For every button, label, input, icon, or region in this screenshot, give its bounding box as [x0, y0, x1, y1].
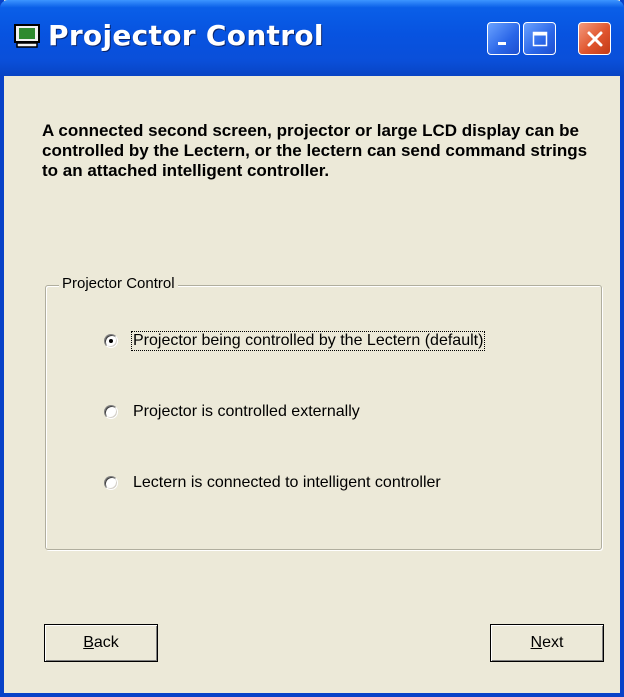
radio-label[interactable]: Projector is controlled externally: [132, 403, 361, 421]
close-icon: [587, 31, 602, 46]
minimize-button[interactable]: [487, 22, 520, 55]
monitor-icon: [14, 24, 40, 48]
radio-button-checked[interactable]: [104, 334, 118, 348]
back-button-label: ack: [93, 634, 119, 651]
close-button[interactable]: [578, 22, 611, 55]
next-button-label: ext: [542, 634, 564, 651]
window-title: Projector Control: [48, 19, 324, 52]
radio-label[interactable]: Projector being controlled by the Lecter…: [130, 331, 486, 351]
radio-option-external-control[interactable]: Projector is controlled externally: [104, 401, 361, 423]
title-bar[interactable]: Projector Control: [0, 0, 624, 76]
maximize-button[interactable]: [523, 22, 556, 55]
radio-label[interactable]: Lectern is connected to intelligent cont…: [132, 474, 442, 492]
radio-option-intelligent-controller[interactable]: Lectern is connected to intelligent cont…: [104, 472, 442, 494]
next-button-mnemonic: N: [530, 634, 543, 651]
description-text: A connected second screen, projector or …: [42, 121, 588, 180]
projector-control-window: Projector Control A connected second scr…: [0, 0, 624, 697]
maximize-icon: [532, 31, 547, 46]
radio-button[interactable]: [104, 476, 118, 490]
radio-button[interactable]: [104, 405, 118, 419]
back-button[interactable]: Back: [44, 624, 158, 662]
minimize-icon: [497, 41, 506, 45]
groupbox-title: Projector Control: [59, 275, 178, 292]
back-button-mnemonic: B: [83, 634, 94, 651]
radio-option-lectern-controlled[interactable]: Projector being controlled by the Lecter…: [104, 330, 486, 352]
next-button[interactable]: Next: [490, 624, 604, 662]
